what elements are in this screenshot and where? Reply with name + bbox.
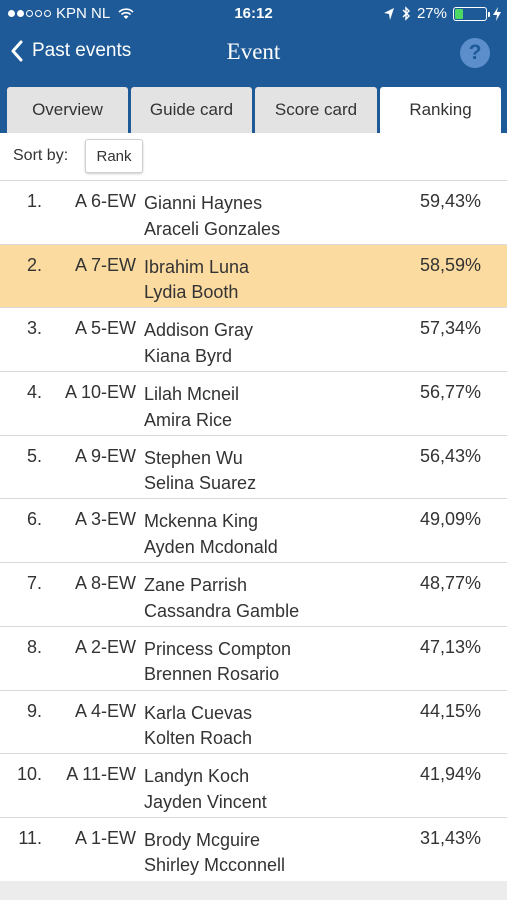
player-names: Zane Parrish Cassandra Gamble [144, 573, 299, 624]
player-name: Gianni Haynes [144, 193, 263, 213]
ranking-row[interactable]: 10. A 11-EW Landyn Koch Jayden Vincent 41,94… [0, 753, 507, 817]
pair-id: A 7-EW [74, 254, 136, 275]
rank-number: 6. [26, 509, 42, 530]
pair-id: A 10-EW [64, 382, 136, 403]
pair-id: A 9-EW [74, 445, 136, 466]
rank-number: 3. [26, 318, 42, 339]
pair-id: A 3-EW [74, 509, 136, 530]
page-title: Event [226, 39, 281, 64]
sort-bar: Sort by: Rank [0, 133, 507, 180]
rank-number: 9. [26, 700, 42, 721]
player-name: Brody Mcguire [144, 829, 261, 850]
player-name: Kiana Byrd [144, 345, 233, 366]
pair-id: A 6-EW [74, 191, 136, 211]
score-percent: 59,43% [419, 191, 481, 211]
ranking-row[interactable]: 7. A 8-EW Zane Parrish Cassandra Gamble 48,7… [0, 562, 507, 626]
player-name: Ayden Mcdonald [144, 536, 278, 557]
player-name: Brennen Rosario [144, 664, 280, 685]
player-name: Kolten Roach [144, 728, 253, 748]
player-names: Gianni Haynes Araceli Gonzales [144, 191, 280, 242]
player-name: Selina Suarez [144, 473, 257, 494]
status-right: 27% [383, 5, 501, 22]
ranking-list: 1. A 6-EW Gianni Haynes Araceli Gonzales 59,… [0, 180, 507, 881]
rank-number: 4. [26, 382, 42, 403]
player-name: Mckenna King [144, 511, 259, 532]
player-name: Stephen Wu [144, 447, 243, 468]
pair-id: A 4-EW [74, 700, 136, 721]
pair-id: A 11-EW [66, 764, 136, 785]
battery-icon [453, 6, 490, 21]
help-button[interactable]: ? [460, 38, 490, 68]
charging-bolt-icon [493, 6, 501, 21]
player-name: Karla Cuevas [144, 702, 253, 723]
rank-number: 8. [26, 636, 42, 657]
tab-bar: Overview Guide card Score card Ranking [0, 80, 507, 133]
ranking-row[interactable]: 8. A 2-EW Princess Compton Brennen Rosario 4… [0, 625, 507, 690]
player-name: Araceli Gonzales [144, 218, 281, 239]
pair-id: A 2-EW [74, 636, 136, 657]
rank-number: 7. [26, 573, 42, 594]
score-percent: 31,43% [419, 827, 481, 848]
player-names: Landyn Koch Jayden Vincent [144, 764, 267, 815]
ranking-row[interactable]: 1. A 6-EW Gianni Haynes Araceli Gonzales 59,… [0, 180, 507, 244]
pair-id: A 1-EW [74, 827, 136, 848]
tab-guide-card[interactable]: Guide card [131, 87, 252, 133]
sort-select[interactable]: Rank [85, 139, 143, 173]
bluetooth-icon [402, 6, 410, 21]
ranking-row[interactable]: 5. A 9-EW Stephen Wu Selina Suarez 56,43% [0, 434, 507, 499]
player-name: Jayden Vincent [144, 791, 267, 812]
sort-label: Sort by: [13, 147, 69, 164]
player-name: Lilah Mcneil [144, 384, 240, 405]
player-name: Amira Rice [144, 409, 233, 430]
player-names: Ibrahim Luna Lydia Booth [144, 255, 249, 306]
status-bar: KPN NL 16:12 27% [0, 0, 507, 28]
tab-score-card[interactable]: Score card [255, 87, 377, 133]
player-names: Brody Mcguire Shirley Mcconnell [144, 828, 285, 879]
player-names: Mckenna King Ayden Mcdonald [144, 509, 278, 560]
rank-number: 10. [16, 764, 42, 785]
rank-number: 5. [26, 445, 42, 466]
score-percent: 48,77% [419, 573, 481, 594]
ranking-row[interactable]: 11. A 1-EW Brody Mcguire Shirley Mcconnell 3… [0, 816, 507, 881]
pair-id: A 8-EW [74, 573, 136, 594]
score-percent: 56,77% [419, 382, 481, 403]
nav-bar: Past events Event ? [0, 28, 507, 80]
score-percent: 56,43% [419, 445, 481, 466]
rank-number: 1. [26, 191, 42, 211]
score-percent: 41,94% [419, 764, 481, 785]
player-names: Karla Cuevas Kolten Roach [144, 701, 252, 752]
ranking-row[interactable]: 3. A 5-EW Addison Gray Kiana Byrd 57,34% [0, 307, 507, 372]
ranking-row[interactable]: 6. A 3-EW Mckenna King Ayden Mcdonald 49,09% [0, 498, 507, 563]
player-names: Princess Compton Brennen Rosario [144, 637, 291, 688]
score-percent: 58,59% [419, 254, 481, 275]
player-name: Lydia Booth [144, 282, 239, 303]
rank-number: 11. [18, 827, 42, 848]
player-names: Stephen Wu Selina Suarez [144, 446, 256, 497]
score-percent: 44,15% [419, 700, 481, 721]
location-arrow-icon [383, 7, 394, 20]
player-names: Lilah Mcneil Amira Rice [144, 382, 239, 433]
ranking-row[interactable]: 2. A 7-EW Ibrahim Luna Lydia Booth 58,59% [0, 243, 507, 308]
player-name: Cassandra Gamble [144, 600, 300, 621]
score-percent: 57,34% [419, 318, 481, 339]
player-name: Addison Gray [144, 320, 254, 341]
battery-fill [455, 8, 464, 19]
pair-id: A 5-EW [74, 318, 136, 339]
score-percent: 49,09% [419, 509, 481, 530]
score-percent: 47,13% [419, 636, 481, 657]
ranking-row[interactable]: 9. A 4-EW Karla Cuevas Kolten Roach 44,15% [0, 689, 507, 754]
player-name: Ibrahim Luna [144, 256, 250, 277]
rank-number: 2. [26, 254, 42, 275]
ranking-row[interactable]: 4. A 10-EW Lilah Mcneil Amira Rice 56,77% [0, 371, 507, 435]
player-name: Shirley Mcconnell [144, 855, 286, 876]
player-name: Landyn Koch [144, 766, 250, 787]
player-name: Zane Parrish [144, 575, 248, 596]
player-name: Princess Compton [144, 638, 292, 659]
tab-ranking[interactable]: Ranking [380, 87, 501, 133]
battery-percent: 27% [416, 5, 447, 22]
tab-overview[interactable]: Overview [7, 87, 128, 133]
player-names: Addison Gray Kiana Byrd [144, 318, 253, 369]
